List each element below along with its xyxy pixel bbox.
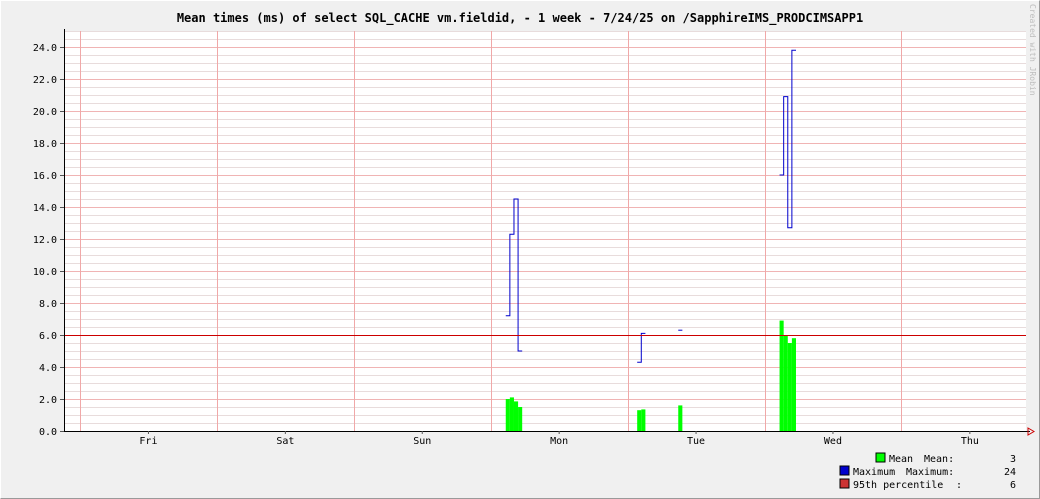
y-tick-label: 10.0 (33, 267, 57, 278)
mean-bar (518, 407, 523, 431)
x-tick-label: Fri (139, 436, 157, 447)
legend-entry-mean: Mean Mean: 3 (875, 452, 1016, 465)
mean-bar (637, 410, 642, 431)
x-tick-label: Tue (687, 436, 705, 447)
mean-bar (505, 399, 510, 431)
x-tick-label: Thu (961, 436, 979, 447)
y-tick-label: 4.0 (39, 363, 57, 374)
mean-bar (641, 409, 646, 431)
legend-stat-label-95th-percentile: : (956, 480, 962, 491)
legend-label-95th-percentile: 95th percentile (853, 480, 943, 491)
legend-entry-maximum: Maximum Maximum: 24 (839, 465, 1016, 478)
mean-bar (678, 405, 683, 431)
mean-bar (791, 338, 796, 431)
y-tick-label: 8.0 (39, 299, 57, 310)
y-tick-label: 24.0 (33, 43, 57, 54)
legend-entry-95th-percentile: 95th percentile : 6 (839, 478, 1016, 491)
legend-stat-value-mean: 3 (1010, 454, 1016, 465)
y-tick-label: 2.0 (39, 395, 57, 406)
legend-swatch-maximum (839, 465, 850, 476)
legend-stat-label-maximum: Maximum: (906, 467, 954, 478)
y-tick-label: 20.0 (33, 107, 57, 118)
y-tick-label: 6.0 (39, 331, 57, 342)
x-tick-labels: Fri Sat Sun Mon Tue Wed Thu (139, 431, 979, 447)
mean-bar (779, 320, 784, 431)
y-tick-label: 14.0 (33, 203, 57, 214)
x-tick-label: Sat (276, 436, 294, 447)
y-tick-labels: 0.0 2.0 4.0 6.0 8.0 10.0 12.0 14.0 16.0 18.0 20.0 2… (33, 43, 57, 438)
chart-title: Mean times (ms) of select SQL_CACHE vm.f… (177, 11, 863, 26)
y-tick-label: 0.0 (39, 427, 57, 438)
x-tick-label: Sun (413, 436, 431, 447)
legend-label-maximum: Maximum (853, 467, 895, 478)
watermark: Created with JRobin (1028, 4, 1037, 96)
mean-bar (509, 397, 514, 431)
y-tick-label: 16.0 (33, 171, 57, 182)
mean-bar (783, 335, 788, 431)
legend-stat-value-maximum: 24 (1004, 467, 1016, 478)
y-tick-label: 18.0 (33, 139, 57, 150)
chart: Mean times (ms) of select SQL_CACHE vm.f… (33, 4, 1037, 491)
legend-label-mean: Mean (889, 454, 913, 465)
legend-swatch-mean (875, 452, 886, 463)
mean-bar (513, 401, 519, 431)
legend: Mean Mean: 3 Maximum Maximum: 24 95th pe… (839, 452, 1016, 491)
mean-bar (787, 343, 792, 431)
y-tick-label: 22.0 (33, 75, 57, 86)
legend-stat-value-95th-percentile: 6 (1010, 480, 1016, 491)
y-tick-label: 12.0 (33, 235, 57, 246)
x-tick-label: Mon (550, 436, 568, 447)
legend-stat-label-mean: Mean: (924, 454, 954, 465)
x-tick-label: Wed (824, 436, 842, 447)
legend-swatch-95th-percentile (839, 478, 850, 489)
